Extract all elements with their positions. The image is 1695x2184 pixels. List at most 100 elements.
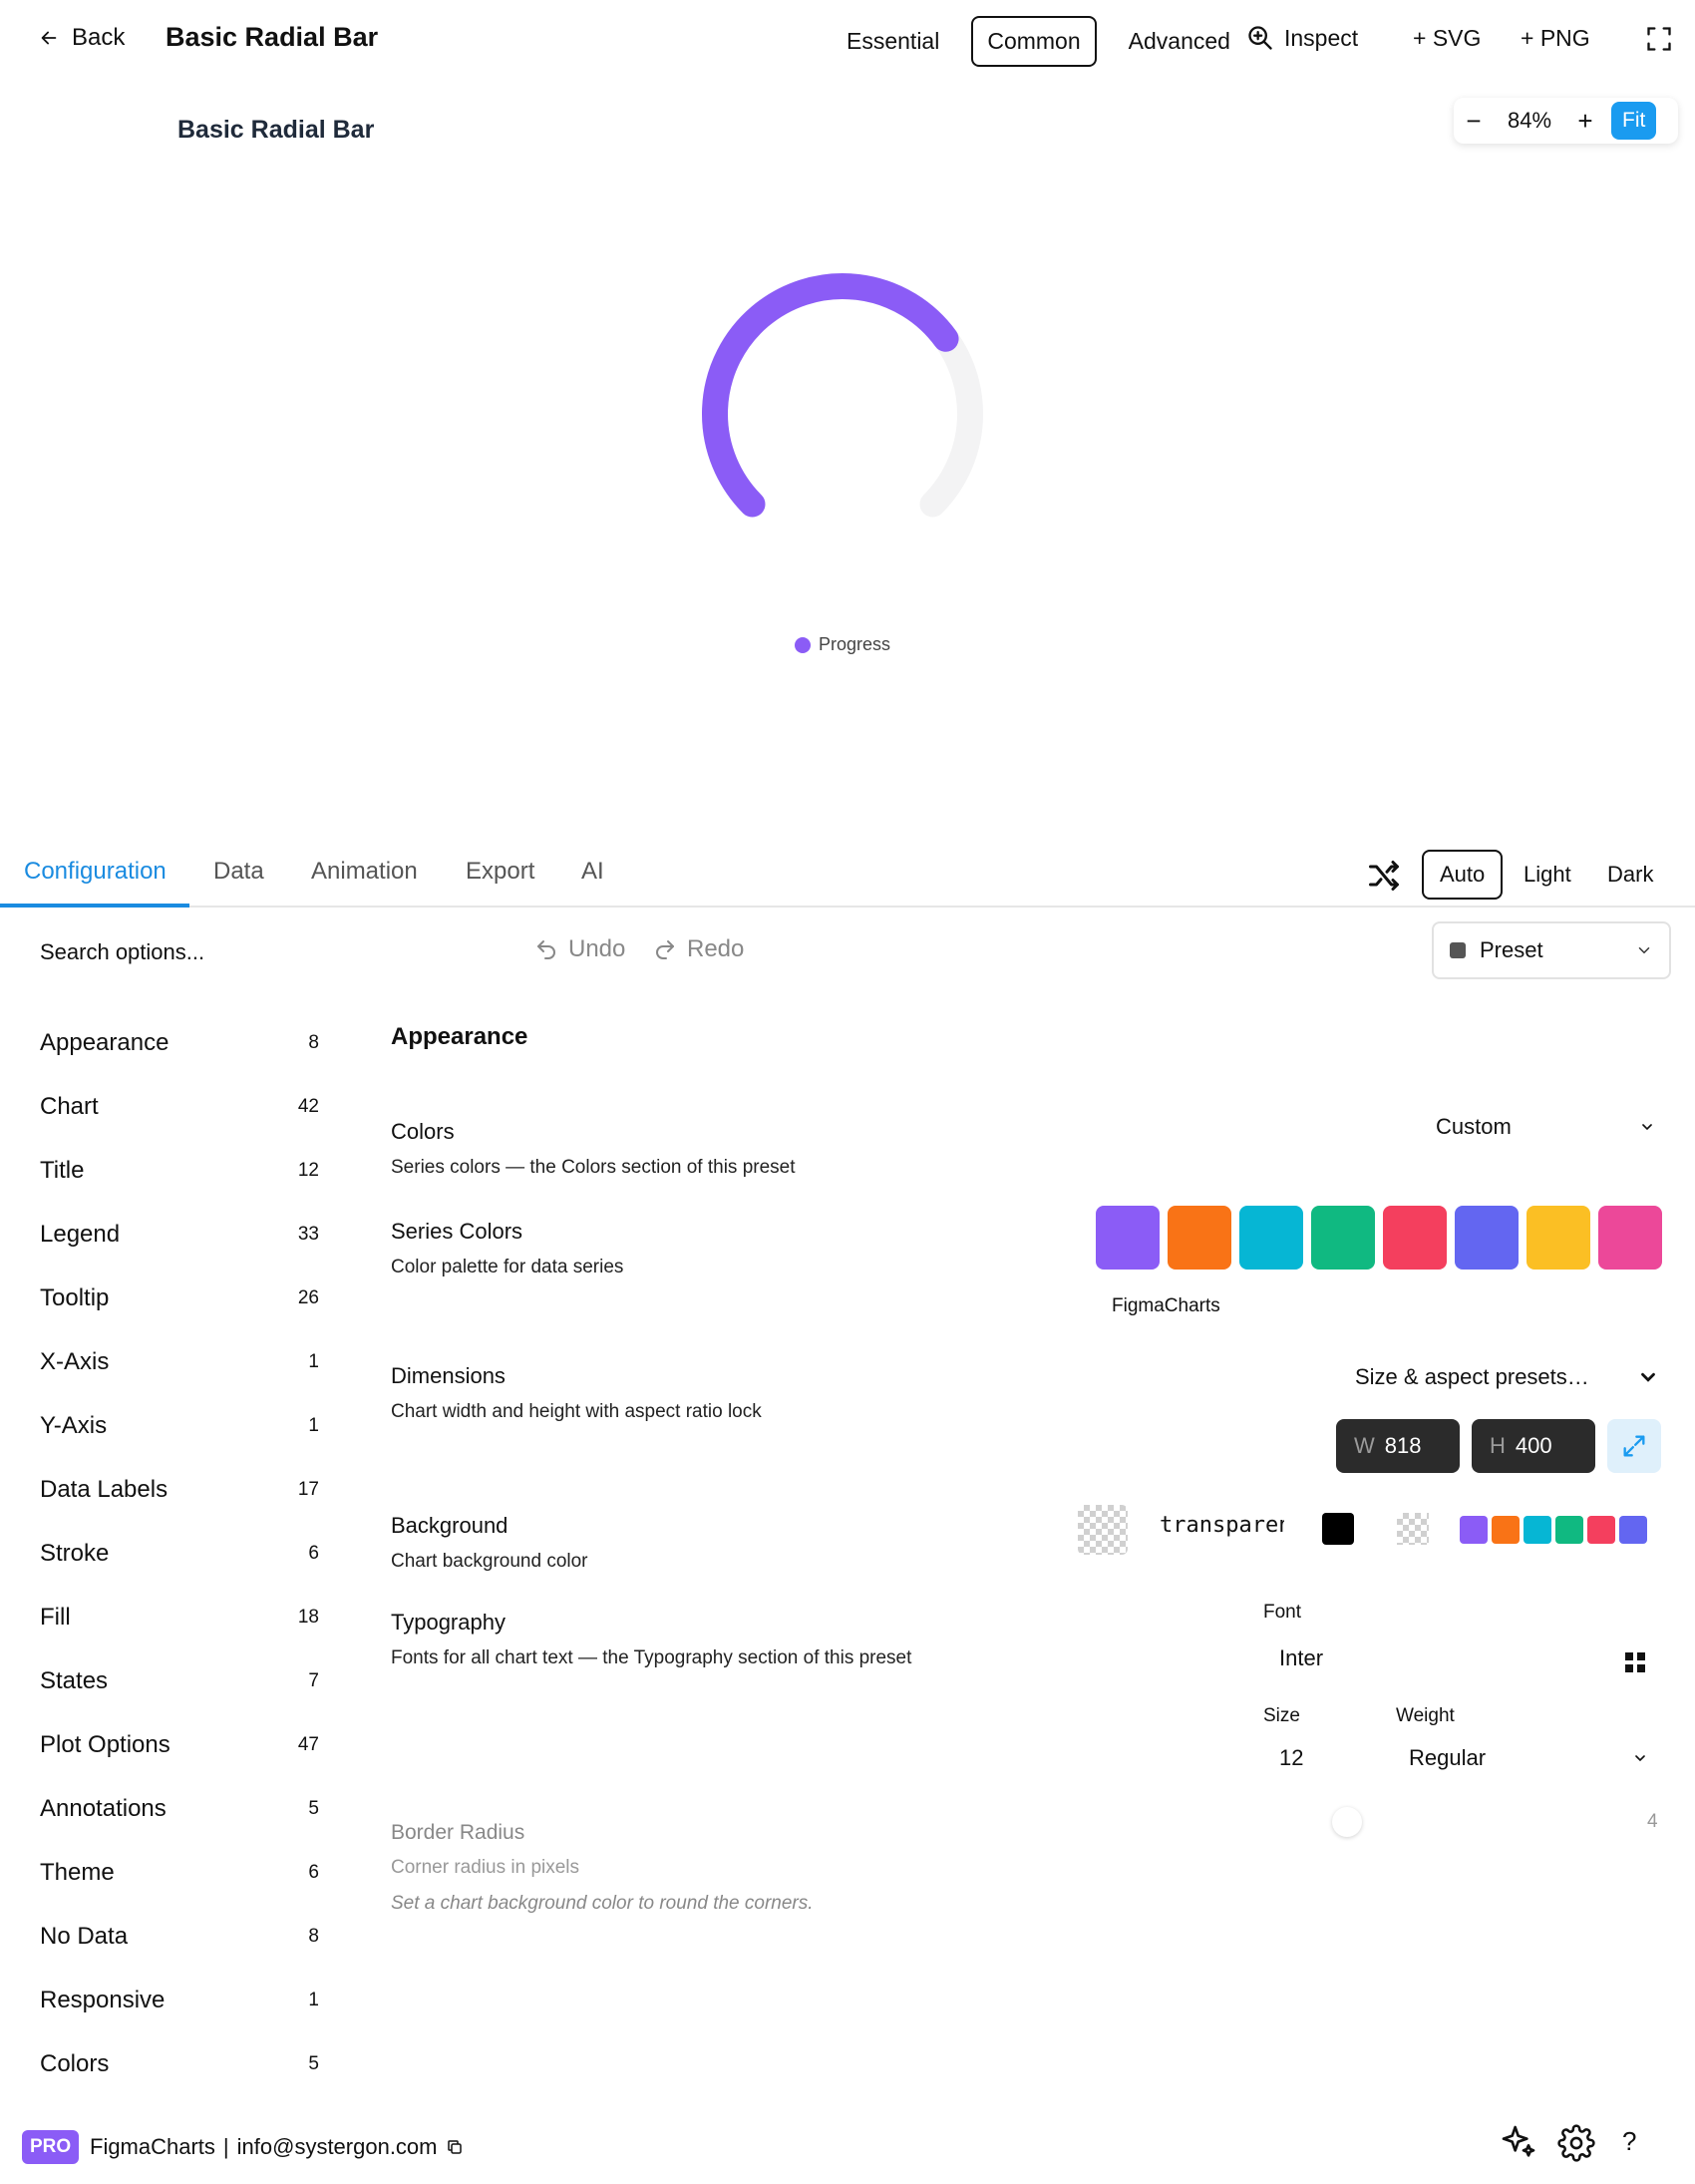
gear-icon[interactable]: [1557, 2124, 1595, 2162]
search-options-input[interactable]: [40, 935, 439, 969]
series-color-swatch-6[interactable]: [1455, 1206, 1519, 1270]
mode-tab-essential[interactable]: Essential: [831, 16, 955, 67]
transparent-swatch[interactable]: [1397, 1513, 1429, 1545]
expand-arrows-icon: [1623, 1435, 1645, 1457]
series-color-swatch-4[interactable]: [1311, 1206, 1375, 1270]
background-color-option-3[interactable]: [1524, 1516, 1551, 1544]
sidebar-item-count: 7: [308, 1670, 319, 1691]
sidebar-item-annotations[interactable]: Annotations 5: [40, 1789, 319, 1829]
series-color-swatch-2[interactable]: [1168, 1206, 1231, 1270]
zoom-control: − 84% + Fit: [1454, 98, 1678, 144]
export-png-button[interactable]: + PNG: [1521, 25, 1590, 52]
sidebar-item-states[interactable]: States 7: [40, 1661, 319, 1701]
theme-dark-button[interactable]: Dark: [1589, 850, 1671, 900]
sidebar-item-count: 12: [297, 1160, 319, 1181]
fullscreen-icon[interactable]: [1645, 25, 1673, 53]
sidebar-item-stroke[interactable]: Stroke 6: [40, 1534, 319, 1574]
font-family-input[interactable]: [1279, 1645, 1578, 1671]
contact-email[interactable]: info@systergon.com: [237, 2134, 438, 2160]
size-presets-select[interactable]: Size & aspect presets…: [1355, 1364, 1659, 1390]
colors-value: Custom: [1436, 1114, 1512, 1139]
export-svg-button[interactable]: + SVG: [1413, 25, 1481, 52]
fit-button[interactable]: Fit: [1611, 102, 1657, 140]
help-button[interactable]: ?: [1622, 2126, 1636, 2157]
sparkles-icon[interactable]: [1499, 2122, 1538, 2162]
top-bar: Back Basic Radial Bar Essential Common A…: [0, 0, 1695, 80]
width-field[interactable]: W 818: [1336, 1419, 1460, 1473]
sidebar-item-theme[interactable]: Theme 6: [40, 1853, 319, 1893]
radial-bar-progress[interactable]: [702, 273, 959, 518]
sidebar-item-label: Annotations: [40, 1795, 167, 1822]
border-radius-title: Border Radius: [391, 1821, 525, 1844]
black-swatch[interactable]: [1322, 1513, 1354, 1545]
background-desc: Chart background color: [391, 1551, 588, 1572]
font-weight-select[interactable]: Regular: [1409, 1745, 1648, 1771]
undo-button[interactable]: Undo: [534, 935, 625, 963]
sidebar-item-x-axis[interactable]: X-Axis 1: [40, 1342, 319, 1382]
redo-button[interactable]: Redo: [653, 935, 744, 963]
series-color-swatch-8[interactable]: [1598, 1206, 1662, 1270]
width-value: 818: [1384, 1433, 1422, 1458]
tab-data[interactable]: Data: [213, 858, 264, 886]
shuffle-icon[interactable]: [1366, 858, 1402, 894]
tab-export[interactable]: Export: [466, 858, 534, 886]
legend-label[interactable]: Progress: [819, 634, 890, 655]
active-tab-indicator: [0, 904, 189, 908]
sidebar-item-y-axis[interactable]: Y-Axis 1: [40, 1406, 319, 1446]
sidebar-item-title[interactable]: Title 12: [40, 1151, 319, 1191]
tab-animation[interactable]: Animation: [311, 858, 418, 886]
background-color-swatch[interactable]: [1078, 1505, 1128, 1555]
series-color-swatch-7[interactable]: [1526, 1206, 1590, 1270]
tab-ai[interactable]: AI: [581, 858, 604, 886]
inspect-button[interactable]: Inspect: [1246, 24, 1358, 52]
sidebar-item-count: 42: [297, 1096, 319, 1117]
sidebar-item-appearance[interactable]: Appearance 8: [40, 1023, 319, 1063]
series-colors-title: Series Colors: [391, 1219, 523, 1244]
back-button[interactable]: Back: [38, 24, 125, 52]
background-color-input[interactable]: [1160, 1513, 1284, 1538]
sidebar-item-fill[interactable]: Fill 18: [40, 1598, 319, 1638]
tab-configuration[interactable]: Configuration: [24, 858, 167, 886]
sidebar-item-label: No Data: [40, 1923, 129, 1950]
sidebar-item-responsive[interactable]: Responsive 1: [40, 1981, 319, 2020]
mode-tabs: Essential Common Advanced: [831, 16, 1246, 67]
sidebar-item-legend[interactable]: Legend 33: [40, 1215, 319, 1255]
background-color-option-1[interactable]: [1460, 1516, 1488, 1544]
sidebar-item-data-labels[interactable]: Data Labels 17: [40, 1470, 319, 1510]
sidebar-item-tooltip[interactable]: Tooltip 26: [40, 1278, 319, 1318]
font-size-input[interactable]: [1279, 1745, 1359, 1771]
colors-select[interactable]: Custom: [1436, 1114, 1655, 1140]
series-color-swatch-5[interactable]: [1383, 1206, 1447, 1270]
copy-icon[interactable]: [446, 2138, 464, 2156]
sidebar-item-label: Data Labels: [40, 1476, 169, 1503]
series-color-swatch-1[interactable]: [1096, 1206, 1160, 1270]
background-color-option-5[interactable]: [1587, 1516, 1615, 1544]
background-color-option-6[interactable]: [1619, 1516, 1647, 1544]
pro-badge: PRO: [22, 2130, 80, 2164]
background-color-option-4[interactable]: [1555, 1516, 1583, 1544]
footer-separator: |: [222, 2134, 229, 2159]
preset-select[interactable]: Preset: [1432, 921, 1671, 979]
height-field[interactable]: H 400: [1472, 1419, 1595, 1473]
sidebar-item-plot-options[interactable]: Plot Options 47: [40, 1725, 319, 1765]
sidebar-item-count: 1: [308, 1415, 319, 1436]
font-picker-icon[interactable]: [1625, 1652, 1645, 1672]
mode-tab-advanced[interactable]: Advanced: [1113, 16, 1246, 67]
slider-thumb[interactable]: [1332, 1807, 1363, 1837]
series-color-swatch-3[interactable]: [1239, 1206, 1303, 1270]
dimensions-desc: Chart width and height with aspect ratio…: [391, 1401, 762, 1422]
aspect-lock-button[interactable]: [1607, 1419, 1661, 1473]
theme-light-button[interactable]: Light: [1506, 850, 1589, 900]
zoom-in-button[interactable]: +: [1565, 106, 1605, 137]
theme-auto-button[interactable]: Auto: [1422, 850, 1504, 900]
border-radius-slider[interactable]: [1306, 1807, 1635, 1837]
size-presets-label: Size & aspect presets…: [1355, 1364, 1589, 1389]
background-color-option-2[interactable]: [1492, 1516, 1520, 1544]
zoom-out-button[interactable]: −: [1454, 106, 1494, 137]
sidebar-item-colors[interactable]: Colors 5: [40, 2044, 319, 2084]
sidebar-item-label: X-Axis: [40, 1348, 110, 1375]
sidebar-item-chart[interactable]: Chart 42: [40, 1087, 319, 1127]
chevron-down-icon: [1638, 947, 1650, 954]
mode-tab-common[interactable]: Common: [971, 16, 1097, 67]
sidebar-item-no-data[interactable]: No Data 8: [40, 1917, 319, 1957]
